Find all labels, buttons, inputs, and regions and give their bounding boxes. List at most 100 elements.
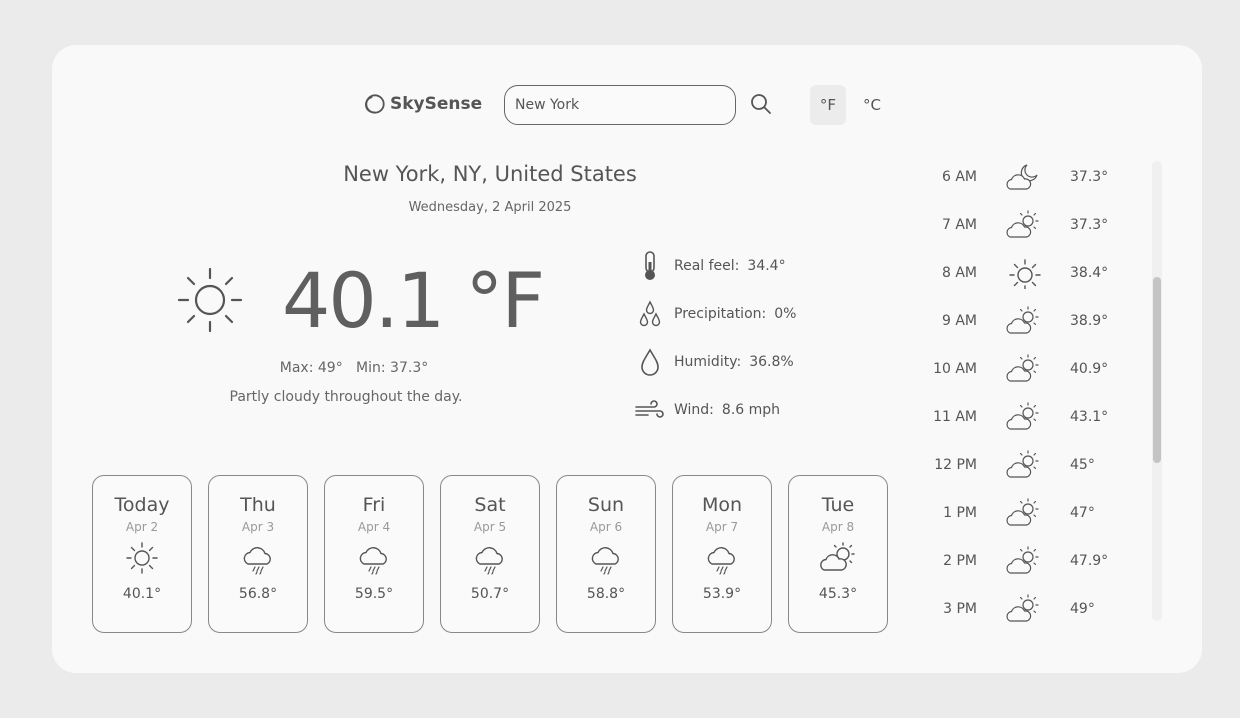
location-title: New York, NY, United States — [343, 162, 637, 186]
search-button[interactable] — [748, 91, 774, 117]
hour-temperature: 37.3° — [1070, 217, 1109, 233]
hourly-row: 1 PM 47° — [920, 489, 1140, 537]
rain-cloud-icon — [243, 547, 271, 575]
hour-temperature: 49° — [1070, 601, 1095, 617]
hour-time: 1 PM — [943, 505, 977, 521]
detail-label: Precipitation: — [674, 306, 767, 322]
hourly-scroll-thumb[interactable] — [1153, 277, 1161, 463]
day-card-fri[interactable]: Fri Apr 4 59.5° — [324, 475, 424, 633]
thermometer-icon — [645, 251, 655, 280]
day-name: Sun — [587, 494, 625, 516]
hour-temperature: 40.9° — [1070, 361, 1109, 377]
day-card-sun[interactable]: Sun Apr 6 58.8° — [556, 475, 656, 633]
day-name: Thu — [240, 494, 276, 516]
day-temperature: 56.8° — [238, 586, 278, 602]
max-min-temperature: Max: 49° Min: 37.3° — [279, 360, 429, 376]
detail-wind: Wind: 8.6 mph — [634, 394, 780, 426]
day-name: Today — [114, 494, 170, 516]
hourly-row: 8 AM 38.4° — [920, 249, 1140, 297]
detail-humidity: Humidity: 36.8% — [634, 346, 794, 378]
day-card-sat[interactable]: Sat Apr 5 50.7° — [440, 475, 540, 633]
logo-icon — [365, 94, 385, 114]
search-input[interactable] — [504, 85, 736, 125]
hour-temperature: 38.4° — [1070, 265, 1109, 281]
day-temperature: 59.5° — [354, 586, 394, 602]
hour-temperature: 47° — [1070, 505, 1095, 521]
day-date: Apr 4 — [357, 520, 391, 534]
rain-cloud-icon — [359, 547, 387, 575]
hourly-row: 11 AM 43.1° — [920, 393, 1140, 441]
app-logo: SkySense — [364, 93, 482, 115]
day-name: Tue — [821, 494, 855, 516]
weather-description: Partly cloudy throughout the day. — [229, 389, 463, 405]
hour-time: 7 AM — [941, 217, 977, 233]
hour-temperature: 43.1° — [1070, 409, 1109, 425]
day-date: Apr 7 — [705, 520, 739, 534]
day-date: Apr 5 — [473, 520, 507, 534]
detail-label: Real feel: — [674, 258, 740, 274]
app-name: SkySense — [390, 94, 483, 114]
hour-temperature: 37.3° — [1070, 169, 1109, 185]
day-temperature: 45.3° — [818, 586, 858, 602]
day-card-tue[interactable]: Tue Apr 8 45.3° — [788, 475, 888, 633]
hour-time: 6 AM — [941, 169, 977, 185]
detail-real-feel: Real feel: 34.4° — [634, 250, 786, 282]
hourly-row: 2 PM 47.9° — [920, 537, 1140, 585]
detail-value: 34.4° — [747, 258, 786, 274]
cloud-sun-icon — [1006, 594, 1039, 622]
cloud-sun-icon — [1006, 498, 1039, 526]
hour-temperature: 45° — [1070, 457, 1095, 473]
hour-temperature: 38.9° — [1070, 313, 1109, 329]
cloud-sun-icon — [1006, 354, 1039, 382]
hour-time: 3 PM — [943, 601, 977, 617]
hourly-row: 9 AM 38.9° — [920, 297, 1140, 345]
hour-time: 9 AM — [941, 313, 977, 329]
day-temperature: 53.9° — [702, 586, 742, 602]
day-temperature: 40.1° — [122, 586, 162, 602]
day-name: Sat — [474, 494, 506, 516]
hourly-row: 12 PM 45° — [920, 441, 1140, 489]
rain-cloud-icon — [475, 547, 503, 575]
day-date: Apr 3 — [241, 520, 275, 534]
sun-icon — [126, 542, 158, 574]
hour-time: 10 AM — [933, 361, 977, 377]
sun-icon — [177, 267, 243, 333]
wind-icon — [635, 400, 664, 418]
day-temperature: 58.8° — [586, 586, 626, 602]
detail-label: Wind: — [674, 402, 714, 418]
hourly-row: 7 AM 37.3° — [920, 201, 1140, 249]
hourly-row: 10 AM 40.9° — [920, 345, 1140, 393]
day-date: Apr 2 — [125, 520, 159, 534]
detail-value: 0% — [774, 306, 797, 322]
day-name: Mon — [701, 494, 743, 516]
rain-cloud-icon — [707, 547, 735, 575]
unit-celsius-button[interactable]: °C — [854, 85, 890, 125]
day-card-mon[interactable]: Mon Apr 7 53.9° — [672, 475, 772, 633]
detail-label: Humidity: — [674, 354, 742, 370]
unit-fahrenheit-button[interactable]: °F — [810, 85, 846, 125]
sun-icon — [1009, 259, 1041, 289]
day-temperature: 50.7° — [470, 586, 510, 602]
drop-icon — [641, 348, 659, 376]
detail-value: 36.8% — [749, 354, 794, 370]
hourly-row: 3 PM 49° — [920, 585, 1140, 633]
droplets-icon — [639, 300, 661, 327]
cloud-sun-icon — [1006, 450, 1039, 478]
hour-time: 11 AM — [933, 409, 977, 425]
search-icon — [751, 94, 771, 114]
current-temperature: 40.1 °F — [282, 256, 545, 345]
day-card-thu[interactable]: Thu Apr 3 56.8° — [208, 475, 308, 633]
hour-temperature: 47.9° — [1070, 553, 1109, 569]
partly-cloudy-icon — [820, 542, 855, 571]
cloud-sun-icon — [1006, 306, 1039, 334]
hour-time: 12 PM — [934, 457, 977, 473]
cloud-sun-icon — [1006, 546, 1039, 574]
cloud-sun-icon — [1006, 402, 1039, 430]
rain-cloud-icon — [591, 547, 619, 575]
day-name: Fri — [362, 494, 386, 516]
cloud-moon-icon — [1006, 164, 1038, 190]
day-card-today[interactable]: Today Apr 2 40.1° — [92, 475, 192, 633]
location-date: Wednesday, 2 April 2025 — [408, 200, 572, 215]
hourly-row: 6 AM 37.3° — [920, 153, 1140, 201]
detail-value: 8.6 mph — [721, 402, 781, 418]
